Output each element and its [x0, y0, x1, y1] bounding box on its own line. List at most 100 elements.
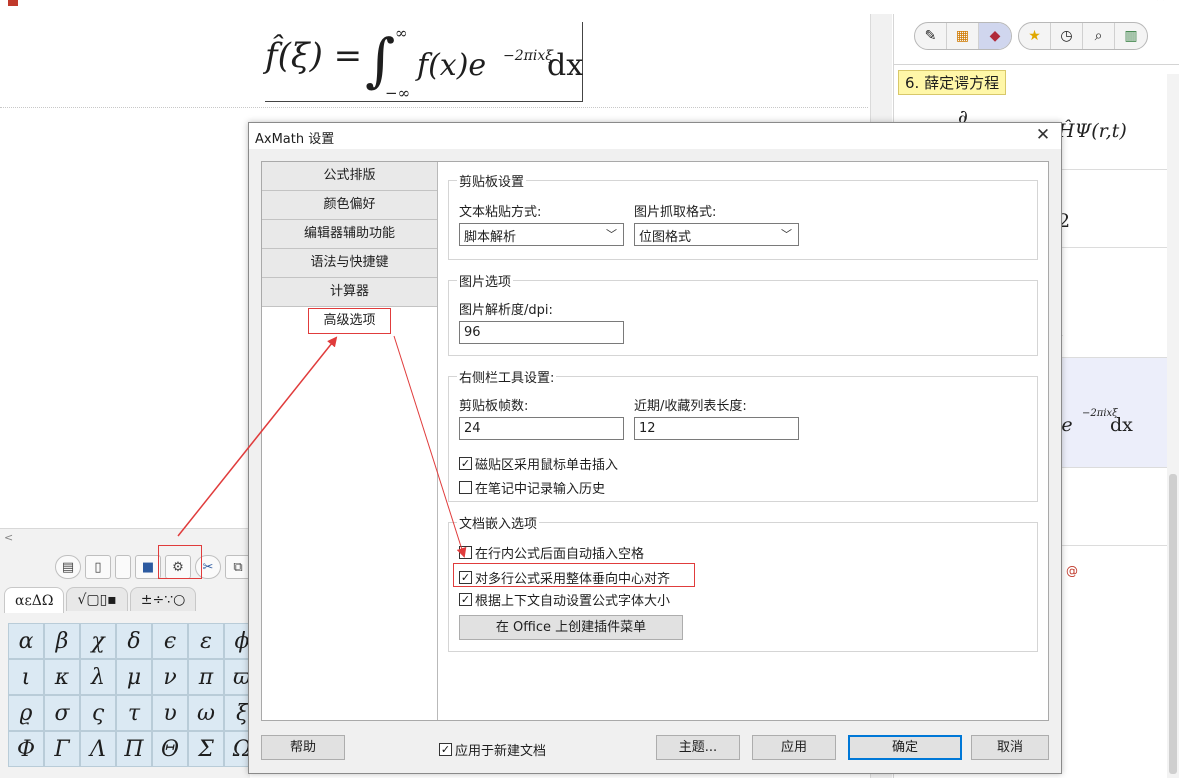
new-doc-icon[interactable]: ▯ [85, 555, 111, 579]
symbol-key[interactable]: Γ [44, 731, 80, 767]
capture-format-label: 图片抓取格式: [634, 205, 717, 220]
record-history-label: 在笔记中记录输入历史 [475, 482, 606, 497]
paste-mode-select[interactable]: 脚本解析 ﹀ [459, 223, 624, 246]
books-icon[interactable]: ▥ [1115, 23, 1147, 49]
tab-greek[interactable]: αεΔΩ [4, 587, 65, 613]
symbol-key[interactable]: ε [188, 623, 224, 659]
dialog-titlebar: AxMath 设置 ✕ [249, 123, 1061, 149]
editor-panel: < ▤ ▯ ■ ⚙ ✂ ⧉ αεΔΩ √▢▯▪ ±÷∵○ αβχδϵεϕικλμ… [0, 528, 260, 778]
group-clipboard-title: 剪贴板设置 [457, 171, 527, 190]
dpi-label: 图片解析度/dpi: [459, 303, 553, 318]
nav-item-advanced[interactable]: 高级选项 [262, 307, 437, 336]
center-align-highlight-box [453, 563, 695, 587]
symbol-tabs: αεΔΩ √▢▯▪ ±÷∵○ [0, 587, 250, 613]
star-icon[interactable]: ★ [1019, 23, 1051, 49]
auto-space-label: 在行内公式后面自动插入空格 [475, 547, 645, 562]
apply-new-doc-label: 应用于新建文档 [455, 744, 547, 759]
right-panel-scrollbar[interactable] [1167, 74, 1179, 778]
symbol-key[interactable]: ν [152, 659, 188, 695]
nav-item-editor-assist[interactable]: 编辑器辅助功能 [262, 220, 437, 249]
snippet-at-mark: @ [1066, 564, 1078, 578]
dpi-input[interactable]: 96 [459, 321, 624, 344]
symbol-key[interactable]: Φ [8, 731, 44, 767]
auto-fontsize-checkbox[interactable]: ✓ 根据上下文自动设置公式字体大小 [459, 590, 670, 609]
symbol-key[interactable]: α [8, 623, 44, 659]
brush-icon[interactable]: ✎ [915, 23, 947, 49]
symbol-key[interactable]: μ [116, 659, 152, 695]
symbol-key[interactable]: κ [44, 659, 80, 695]
group-sidebar-tools-title: 右侧栏工具设置: [457, 367, 557, 386]
symbol-key[interactable]: ϱ [8, 695, 44, 731]
symbol-key[interactable]: Σ [188, 731, 224, 767]
office-menu-button[interactable]: 在 Office 上创建插件菜单 [459, 615, 683, 640]
scrollbar-thumb[interactable] [1169, 474, 1177, 774]
snippet-dx: dx [1110, 414, 1133, 436]
symbol-key[interactable]: χ [80, 623, 116, 659]
auto-space-checkbox[interactable]: 在行内公式后面自动插入空格 [459, 543, 644, 562]
empty-checkbox-icon [459, 481, 472, 494]
symbol-key[interactable]: τ [116, 695, 152, 731]
apply-new-doc-checkbox[interactable]: ✓ 应用于新建文档 [439, 740, 546, 759]
group-image-title: 图片选项 [457, 271, 514, 290]
tab-structures[interactable]: √▢▯▪ [66, 587, 128, 611]
auto-fontsize-label: 根据上下文自动设置公式字体大小 [475, 594, 671, 609]
symbol-key[interactable]: σ [44, 695, 80, 731]
scroll-left-icon[interactable]: < [4, 531, 13, 544]
symbol-key[interactable]: Π [116, 731, 152, 767]
symbol-key[interactable]: υ [152, 695, 188, 731]
window-close-icon[interactable]: ✕ [1155, 0, 1166, 5]
recent-length-input[interactable]: 12 [634, 417, 799, 440]
snippet-hamiltonian: ĤΨ(r,t) [1058, 120, 1127, 142]
clipboard-frames-input[interactable]: 24 [459, 417, 624, 440]
nav-item-layout[interactable]: 公式排版 [262, 162, 437, 191]
settings-dialog: AxMath 设置 ✕ 公式排版 颜色偏好 编辑器辅助功能 语法与快捷键 计算器… [248, 122, 1062, 774]
dialog-close-icon[interactable]: ✕ [1033, 125, 1053, 147]
snippet-tag[interactable]: 6. 薛定谔方程 [898, 70, 1007, 95]
group-clipboard: 剪贴板设置 文本粘贴方式: 脚本解析 ﹀ 图片抓取格式: 位图格式 ﹀ [448, 171, 1038, 260]
clock-icon[interactable]: ◷ [1051, 23, 1083, 49]
formula-lhs: f̂(ξ) = [265, 36, 363, 76]
cancel-button[interactable]: 取消 [971, 735, 1049, 760]
list-menu-icon[interactable]: ▤ [55, 555, 81, 579]
right-panel-separator [894, 64, 1179, 65]
mouse-insert-checkbox[interactable]: ✓ 磁贴区采用鼠标单击插入 [459, 454, 618, 473]
search-icon[interactable]: ⌕ [1083, 23, 1115, 49]
tab-operators[interactable]: ±÷∵○ [129, 587, 197, 611]
symbol-grid: αβχδϵεϕικλμνπϖϱσςτυωξΦΓΛΠΘΣΩ [8, 623, 260, 767]
symbol-key[interactable]: λ [80, 659, 116, 695]
nav-item-advanced-label: 高级选项 [308, 308, 391, 334]
formula-differential: dx [547, 48, 584, 83]
capture-format-select[interactable]: 位图格式 ﹀ [634, 223, 799, 246]
symbol-key[interactable]: ι [8, 659, 44, 695]
settings-nav: 公式排版 颜色偏好 编辑器辅助功能 语法与快捷键 计算器 高级选项 [262, 162, 438, 720]
right-panel-toolbar: ✎ ▦ ◆ ★ ◷ ⌕ ▥ [914, 22, 1148, 50]
dialog-title: AxMath 设置 [255, 132, 335, 147]
symbol-key[interactable]: Θ [152, 731, 188, 767]
nav-item-shortcuts[interactable]: 语法与快捷键 [262, 249, 437, 278]
symbol-key[interactable]: π [188, 659, 224, 695]
chevron-down-icon: ﹀ [781, 228, 792, 241]
symbol-key[interactable]: β [44, 623, 80, 659]
paste-mode-label: 文本粘贴方式: [459, 205, 542, 220]
minimize-icon[interactable]: – [1110, 0, 1117, 5]
theme-button[interactable]: 主题... [656, 735, 740, 760]
capture-format-value: 位图格式 [639, 230, 692, 245]
symbol-key[interactable]: ς [80, 695, 116, 731]
grid-icon[interactable]: ▦ [947, 23, 979, 49]
record-history-checkbox[interactable]: 在笔记中记录输入历史 [459, 478, 605, 497]
symbol-key[interactable]: Λ [80, 731, 116, 767]
fourier-formula[interactable]: f̂(ξ) = ∫ ∞ −∞ f(x)e −2πixξ dx [265, 22, 583, 102]
nav-item-colors[interactable]: 颜色偏好 [262, 191, 437, 220]
help-button[interactable]: 帮助 [261, 735, 345, 760]
pin-icon[interactable]: ◆ [979, 23, 1011, 49]
symbol-key[interactable]: ω [188, 695, 224, 731]
symbol-key[interactable]: ϵ [152, 623, 188, 659]
empty-checkbox-icon [459, 546, 472, 559]
chevron-down-icon: ﹀ [606, 228, 617, 241]
clipboard-frames-label: 剪贴板帧数: [459, 399, 529, 414]
ok-button[interactable]: 确定 [848, 735, 962, 760]
symbol-key[interactable]: δ [116, 623, 152, 659]
nav-item-calculator[interactable]: 计算器 [262, 278, 437, 307]
formula-integrand: f(x)e [417, 48, 487, 83]
apply-button[interactable]: 应用 [752, 735, 836, 760]
